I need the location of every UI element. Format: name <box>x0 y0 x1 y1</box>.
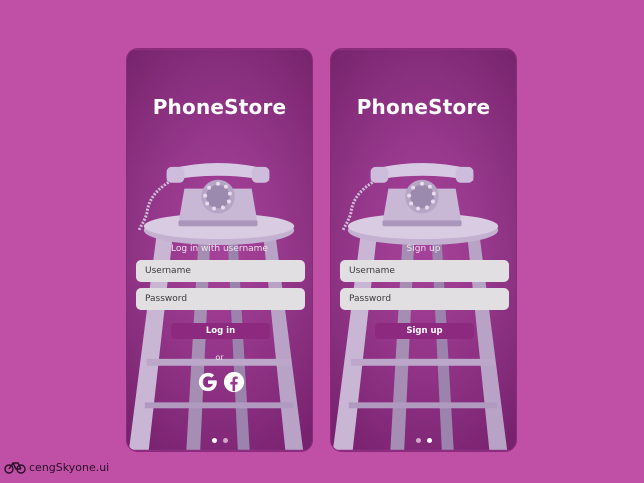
login-button[interactable]: Log in <box>171 323 270 339</box>
page-indicator <box>331 438 516 443</box>
app-title: PhoneStore <box>152 95 287 119</box>
bicycle-icon <box>4 462 26 474</box>
or-divider-label: or <box>215 353 224 362</box>
page-dot-1[interactable] <box>415 438 421 443</box>
signup-caption: Sign up <box>406 244 441 254</box>
password-input[interactable]: Password <box>136 288 305 310</box>
brand-name: cengSkyone.ui <box>29 460 110 474</box>
brand-watermark: cengSkyone.ui <box>4 460 109 474</box>
page-dot-2[interactable] <box>222 438 228 443</box>
page-dot-2[interactable] <box>426 438 432 443</box>
page-indicator <box>127 438 312 443</box>
signup-button[interactable]: Sign up <box>375 323 474 339</box>
username-input[interactable]: Username <box>136 260 305 282</box>
password-input[interactable]: Password <box>340 288 509 310</box>
facebook-icon[interactable] <box>223 371 245 393</box>
app-title: PhoneStore <box>356 95 491 119</box>
username-input[interactable]: Username <box>340 260 509 282</box>
login-caption: Log in with username <box>171 244 268 254</box>
page-dot-1[interactable] <box>211 438 217 443</box>
google-icon[interactable] <box>197 371 219 393</box>
login-screen-card: PhoneStore Log in with username Username… <box>126 48 313 452</box>
signup-screen-card: PhoneStore Sign up Username Password Sig… <box>330 48 517 452</box>
